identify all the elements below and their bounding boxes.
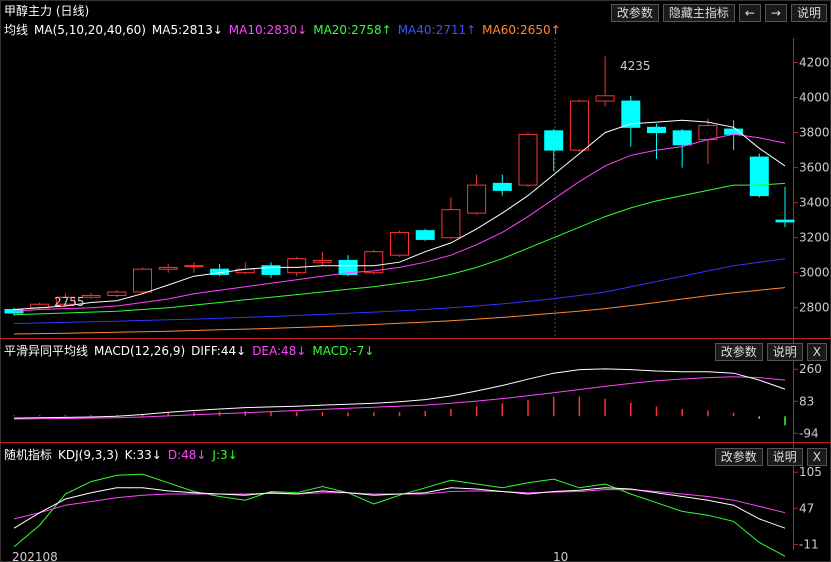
macd-params-button[interactable]: 改参数 <box>714 343 763 361</box>
ma40-line <box>13 258 786 324</box>
macd-dea-value: DEA:48↓ <box>252 344 307 358</box>
main-y-tick-label: 3000 <box>799 266 830 280</box>
main-y-tick-label: 3400 <box>799 196 830 210</box>
ma5-value: MA5:2813↓ <box>151 23 223 37</box>
candle-body <box>467 184 487 214</box>
macd-help-button[interactable]: 说明 <box>766 343 803 361</box>
candle-body <box>415 230 435 240</box>
kdj-params-button[interactable]: 改参数 <box>714 448 763 466</box>
macd-title: 平滑异同平均线 <box>4 344 89 358</box>
candle-body <box>749 156 769 197</box>
arrow-left-icon[interactable]: ← <box>738 4 761 22</box>
candle-body <box>441 209 461 239</box>
ma-legend: 均线 MA(5,10,20,40,60) MA5:2813↓ MA10:2830↓ MA… <box>4 21 567 39</box>
candle-body <box>544 130 564 151</box>
top-button-row: 改参数 隐藏主指标 ← → 说明 <box>610 4 827 22</box>
kdj-help-button[interactable]: 说明 <box>766 448 803 466</box>
ma10-line <box>13 133 786 312</box>
macd-diff-value: DIFF:44↓ <box>191 344 247 358</box>
kdj-title: 随机指标 <box>4 448 53 462</box>
help-button[interactable]: 说明 <box>790 4 827 22</box>
ma60-value: MA60:2650↑ <box>482 23 561 37</box>
candle-body <box>158 266 178 270</box>
macd-y-tick-label: 260 <box>799 362 822 376</box>
macd-y-tick-label: -94 <box>799 426 819 440</box>
kdj-k-value: K:33↓ <box>124 448 162 462</box>
candle-body <box>287 258 307 274</box>
chart-canvas: 4200 4000 3800 3600 3400 3200 3000 2800 260 83 -94… <box>0 0 831 562</box>
kdj-j-line <box>13 473 786 557</box>
hide-main-button[interactable]: 隐藏主指标 <box>662 4 735 22</box>
candle-body <box>184 265 204 268</box>
candle-body <box>312 259 332 263</box>
candle-body <box>775 219 795 223</box>
kdj-y-tick-label: 105 <box>799 465 822 479</box>
x-label-month-1: 202108 <box>12 550 58 562</box>
candle-body <box>133 268 152 293</box>
y-axis-group: 4200 4000 3800 3600 3400 3200 3000 2800 260 83 -94… <box>793 56 830 551</box>
ma-title: 均线 <box>4 23 29 37</box>
ma10-value: MA10:2830↓ <box>228 23 308 37</box>
macd-close-icon[interactable]: X <box>806 343 827 361</box>
arrow-right-icon[interactable]: → <box>764 4 787 22</box>
main-y-tick-label: 3800 <box>799 126 830 140</box>
high-price-label: 4235 <box>620 59 651 73</box>
candle-body <box>672 130 692 146</box>
macd-chart-group <box>13 368 786 426</box>
kdj-j-value: J:3↓ <box>212 448 238 462</box>
low-price-label: 2755 <box>54 295 85 309</box>
ma20-value: MA20:2758↑ <box>313 23 392 37</box>
candle-body <box>647 126 666 134</box>
macd-spec: MACD(12,26,9) <box>94 344 186 358</box>
macd-hist-value: MACD:-7↓ <box>312 344 375 358</box>
macd-button-row: 改参数 说明 X <box>714 343 827 361</box>
kdj-k-line <box>13 487 786 529</box>
main-y-tick-label: 3600 <box>799 161 830 175</box>
kdj-d-value: D:48↓ <box>167 448 207 462</box>
main-y-tick-label: 2800 <box>799 301 830 315</box>
candle-body <box>595 95 615 102</box>
main-y-tick-label: 3200 <box>799 231 830 245</box>
x-label-month-2: 10 <box>553 550 568 562</box>
candle-body <box>724 128 744 135</box>
candle-body <box>390 231 409 256</box>
candle-body <box>81 294 101 298</box>
kdj-spec: KDJ(9,3,3) <box>58 448 119 462</box>
kdj-chart-group <box>13 473 786 557</box>
candle-body <box>518 133 538 186</box>
macd-y-tick-label: 83 <box>799 394 814 408</box>
main-y-tick-label: 4200 <box>799 56 830 70</box>
params-button[interactable]: 改参数 <box>610 4 659 22</box>
candle-body <box>698 125 718 141</box>
kdj-y-tick-label: 47 <box>799 501 814 515</box>
window-title: 甲醇主力 (日线) <box>4 4 90 18</box>
kdj-close-icon[interactable]: X <box>806 448 827 466</box>
kdj-legend: 随机指标 KDJ(9,3,3) K:33↓ D:48↓ J:3↓ <box>4 446 244 464</box>
main-chart-group <box>4 56 795 335</box>
ma40-value: MA40:2711↑ <box>397 23 477 37</box>
ma-spec: MA(5,10,20,40,60) <box>34 23 146 37</box>
candle-body <box>569 100 589 151</box>
kdj-button-row: 改参数 说明 X <box>714 448 827 466</box>
candle-body <box>492 182 512 191</box>
kdj-y-tick-label: -11 <box>799 537 819 551</box>
main-y-tick-label: 4000 <box>799 91 830 105</box>
macd-legend: 平滑异同平均线 MACD(12,26,9) DIFF:44↓ DEA:48↓ MACD:… <box>4 342 380 360</box>
macd-diff-line <box>13 368 786 419</box>
candle-body <box>107 291 127 296</box>
